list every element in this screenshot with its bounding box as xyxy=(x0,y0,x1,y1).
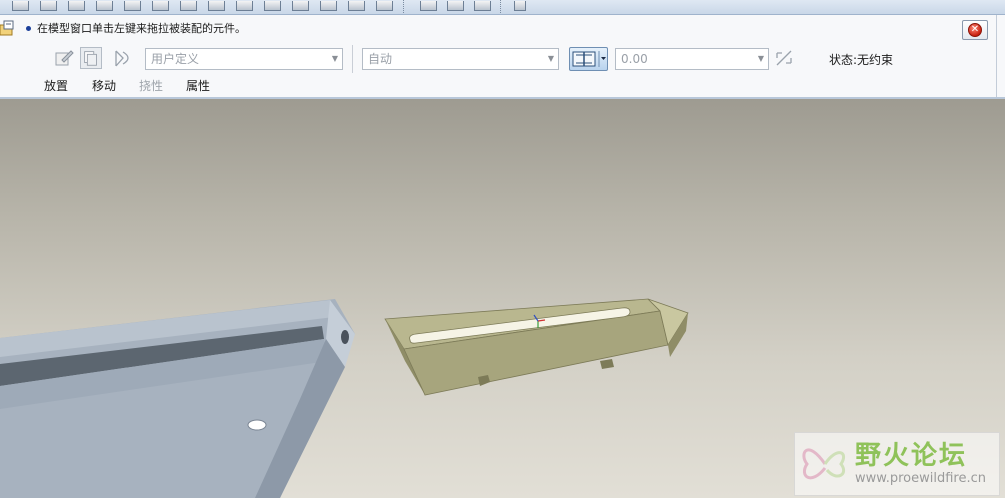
toolbar-icon[interactable] xyxy=(292,1,309,11)
toolbar-separator xyxy=(403,0,406,13)
toolbar-icon[interactable] xyxy=(12,1,29,11)
dashboard-border xyxy=(996,15,997,97)
chevron-down-icon: ▼ xyxy=(757,54,764,63)
offset-value: 0.00 xyxy=(621,52,648,66)
main-toolbar xyxy=(0,0,1005,15)
watermark-title: 野火论坛 xyxy=(855,441,968,471)
toolbar-icon[interactable] xyxy=(474,1,491,11)
prompt-bullet-icon xyxy=(26,25,31,31)
constraint-status: 状态:无约束 xyxy=(829,53,894,67)
separate-window-icon[interactable] xyxy=(80,47,102,69)
component-window-icon[interactable] xyxy=(113,47,135,69)
chevron-down-icon: ▼ xyxy=(331,54,338,63)
tab-move[interactable]: 移动 xyxy=(92,77,116,94)
cancel-button[interactable]: ✕ xyxy=(962,20,988,40)
constraint-set-value: 用户定义 xyxy=(151,52,200,66)
toolbar-icon[interactable] xyxy=(208,1,225,11)
select-cursor-icon[interactable] xyxy=(514,1,526,11)
tab-placement[interactable]: 放置 xyxy=(44,77,68,94)
offset-type-button[interactable] xyxy=(569,47,608,71)
tab-flexibility: 挠性 xyxy=(139,79,164,93)
toolbar-icon[interactable] xyxy=(264,1,281,11)
prompt-text: 在模型窗口单击左键来拖拉被装配的元件。 xyxy=(37,22,246,35)
toolbar-icon[interactable] xyxy=(152,1,169,11)
toolbar-icon[interactable] xyxy=(320,1,337,11)
toolbar-icon[interactable] xyxy=(420,1,437,11)
forum-watermark: 野火论坛 www.proewildfire.cn xyxy=(794,432,1000,496)
toolbar-icon[interactable] xyxy=(124,1,141,11)
placement-folder-icon xyxy=(0,20,14,36)
constraint-type-value: 自动 xyxy=(368,52,393,66)
constraint-set-combo[interactable]: 用户定义 ▼ xyxy=(145,48,343,70)
toolbar-icon[interactable] xyxy=(40,1,57,11)
toolbar-icon[interactable] xyxy=(236,1,253,11)
toolbar-icon[interactable] xyxy=(447,1,464,11)
message-prompt: 在模型窗口单击左键来拖拉被装配的元件。 xyxy=(26,21,246,37)
offset-value-combo[interactable]: 0.00 ▼ xyxy=(615,48,769,70)
toolbar-icon[interactable] xyxy=(96,1,113,11)
close-icon: ✕ xyxy=(968,23,982,37)
component-placement-dashboard: 在模型窗口单击左键来拖拉被装配的元件。 ✕ 用户定义 ▼ 自动 ▼ 0.00 ▼… xyxy=(0,15,1005,99)
toolbar-separator xyxy=(500,0,503,13)
base-part[interactable] xyxy=(0,299,355,498)
toolbar-icon[interactable] xyxy=(180,1,197,11)
constraint-type-combo[interactable]: 自动 ▼ xyxy=(362,48,559,70)
toolbar-icon[interactable] xyxy=(376,1,393,11)
watermark-url: www.proewildfire.cn xyxy=(855,471,986,486)
toolbar-icon[interactable] xyxy=(348,1,365,11)
edit-constraint-icon[interactable] xyxy=(53,47,75,69)
coincident-offset-icon xyxy=(572,51,606,67)
flip-constraint-icon[interactable] xyxy=(773,47,795,69)
dashboard-separator xyxy=(352,45,353,73)
bracket-part[interactable] xyxy=(384,298,689,396)
tab-properties[interactable]: 属性 xyxy=(186,77,210,94)
chevron-down-icon: ▼ xyxy=(547,54,554,63)
butterfly-logo-icon xyxy=(802,448,846,480)
toolbar-icon[interactable] xyxy=(68,1,85,11)
